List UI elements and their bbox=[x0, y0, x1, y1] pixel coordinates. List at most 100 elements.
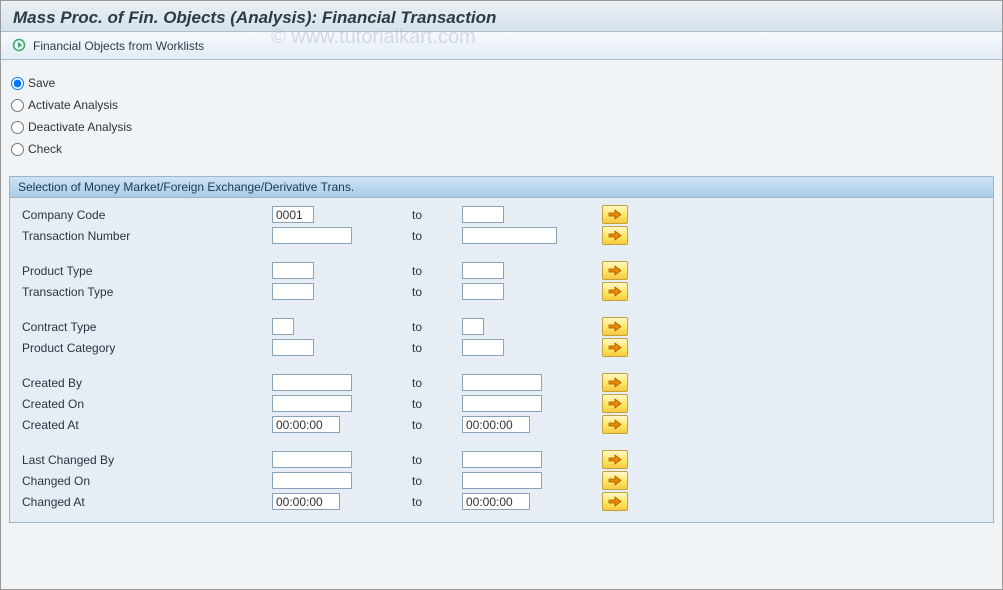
changed_at-multiselect-button[interactable] bbox=[602, 492, 628, 511]
arrow-right-icon bbox=[608, 321, 622, 332]
changed_at-from-input[interactable] bbox=[272, 493, 340, 510]
product_type-from-input[interactable] bbox=[272, 262, 314, 279]
arrow-right-icon bbox=[608, 475, 622, 486]
transaction_no-to-input[interactable] bbox=[462, 227, 557, 244]
row-created-by: Created By to bbox=[16, 372, 987, 393]
to-label: to bbox=[406, 204, 456, 225]
label-changed_at: Changed At bbox=[16, 491, 266, 512]
row-transaction-no: Transaction Number to bbox=[16, 225, 987, 246]
radio-save-label: Save bbox=[28, 76, 55, 90]
radio-activate[interactable]: Activate Analysis bbox=[11, 96, 992, 114]
changed_on-multiselect-button[interactable] bbox=[602, 471, 628, 490]
company_code-from-input[interactable] bbox=[272, 206, 314, 223]
arrow-right-icon bbox=[608, 265, 622, 276]
radio-deactivate-label: Deactivate Analysis bbox=[28, 120, 132, 134]
to-label: to bbox=[406, 316, 456, 337]
to-label: to bbox=[406, 470, 456, 491]
label-company_code: Company Code bbox=[16, 204, 266, 225]
arrow-right-icon bbox=[608, 286, 622, 297]
label-created_by: Created By bbox=[16, 372, 266, 393]
product_type-to-input[interactable] bbox=[462, 262, 504, 279]
to-label: to bbox=[406, 393, 456, 414]
to-label: to bbox=[406, 372, 456, 393]
arrow-right-icon bbox=[608, 454, 622, 465]
page-title: Mass Proc. of Fin. Objects (Analysis): F… bbox=[13, 8, 990, 28]
radio-save-input[interactable] bbox=[11, 77, 24, 90]
created_at-to-input[interactable] bbox=[462, 416, 530, 433]
action-radio-group: Save Activate Analysis Deactivate Analys… bbox=[1, 60, 1002, 172]
radio-check-input[interactable] bbox=[11, 143, 24, 156]
arrow-right-icon bbox=[608, 419, 622, 430]
created_by-from-input[interactable] bbox=[272, 374, 352, 391]
selection-panel: Selection of Money Market/Foreign Exchan… bbox=[9, 176, 994, 523]
arrow-right-icon bbox=[608, 209, 622, 220]
contract_type-multiselect-button[interactable] bbox=[602, 317, 628, 336]
company_code-to-input[interactable] bbox=[462, 206, 504, 223]
transaction_type-multiselect-button[interactable] bbox=[602, 282, 628, 301]
product_category-to-input[interactable] bbox=[462, 339, 504, 356]
toolbar: Financial Objects from Worklists bbox=[1, 32, 1002, 60]
contract_type-from-input[interactable] bbox=[272, 318, 294, 335]
created_by-multiselect-button[interactable] bbox=[602, 373, 628, 392]
panel-header: Selection of Money Market/Foreign Exchan… bbox=[10, 177, 993, 198]
row-contract-type: Contract Type to bbox=[16, 316, 987, 337]
worklists-button[interactable]: Financial Objects from Worklists bbox=[33, 39, 204, 53]
to-label: to bbox=[406, 225, 456, 246]
created_at-from-input[interactable] bbox=[272, 416, 340, 433]
label-transaction_no: Transaction Number bbox=[16, 225, 266, 246]
product_category-from-input[interactable] bbox=[272, 339, 314, 356]
transaction_type-from-input[interactable] bbox=[272, 283, 314, 300]
created_on-from-input[interactable] bbox=[272, 395, 352, 412]
changed_on-from-input[interactable] bbox=[272, 472, 352, 489]
product_category-multiselect-button[interactable] bbox=[602, 338, 628, 357]
transaction_no-multiselect-button[interactable] bbox=[602, 226, 628, 245]
execute-icon[interactable] bbox=[11, 38, 27, 54]
contract_type-to-input[interactable] bbox=[462, 318, 484, 335]
row-created-at: Created At to bbox=[16, 414, 987, 435]
row-changed-at: Changed At to bbox=[16, 491, 987, 512]
label-last_changed_by: Last Changed By bbox=[16, 449, 266, 470]
arrow-right-icon bbox=[608, 342, 622, 353]
product_type-multiselect-button[interactable] bbox=[602, 261, 628, 280]
radio-activate-label: Activate Analysis bbox=[28, 98, 118, 112]
arrow-right-icon bbox=[608, 377, 622, 388]
row-changed-on: Changed On to bbox=[16, 470, 987, 491]
created_on-multiselect-button[interactable] bbox=[602, 394, 628, 413]
label-product_type: Product Type bbox=[16, 260, 266, 281]
to-label: to bbox=[406, 449, 456, 470]
changed_at-to-input[interactable] bbox=[462, 493, 530, 510]
arrow-right-icon bbox=[608, 398, 622, 409]
row-created-on: Created On to bbox=[16, 393, 987, 414]
label-product_category: Product Category bbox=[16, 337, 266, 358]
row-transaction-type: Transaction Typeto bbox=[16, 281, 987, 302]
row-last-changed-by: Last Changed By to bbox=[16, 449, 987, 470]
last_changed_by-to-input[interactable] bbox=[462, 451, 542, 468]
created_on-to-input[interactable] bbox=[462, 395, 542, 412]
to-label: to bbox=[406, 281, 456, 302]
changed_on-to-input[interactable] bbox=[462, 472, 542, 489]
to-label: to bbox=[406, 414, 456, 435]
last_changed_by-from-input[interactable] bbox=[272, 451, 352, 468]
transaction_type-to-input[interactable] bbox=[462, 283, 504, 300]
created_by-to-input[interactable] bbox=[462, 374, 542, 391]
label-contract_type: Contract Type bbox=[16, 316, 266, 337]
title-bar: Mass Proc. of Fin. Objects (Analysis): F… bbox=[1, 1, 1002, 32]
radio-deactivate-input[interactable] bbox=[11, 121, 24, 134]
last_changed_by-multiselect-button[interactable] bbox=[602, 450, 628, 469]
label-created_at: Created At bbox=[16, 414, 266, 435]
row-product-category: Product Categoryto bbox=[16, 337, 987, 358]
row-product-type: Product Type to bbox=[16, 260, 987, 281]
label-created_on: Created On bbox=[16, 393, 266, 414]
company_code-multiselect-button[interactable] bbox=[602, 205, 628, 224]
radio-activate-input[interactable] bbox=[11, 99, 24, 112]
created_at-multiselect-button[interactable] bbox=[602, 415, 628, 434]
to-label: to bbox=[406, 260, 456, 281]
label-changed_on: Changed On bbox=[16, 470, 266, 491]
arrow-right-icon bbox=[608, 230, 622, 241]
radio-save[interactable]: Save bbox=[11, 74, 992, 92]
to-label: to bbox=[406, 491, 456, 512]
radio-check-label: Check bbox=[28, 142, 62, 156]
transaction_no-from-input[interactable] bbox=[272, 227, 352, 244]
radio-deactivate[interactable]: Deactivate Analysis bbox=[11, 118, 992, 136]
radio-check[interactable]: Check bbox=[11, 140, 992, 158]
